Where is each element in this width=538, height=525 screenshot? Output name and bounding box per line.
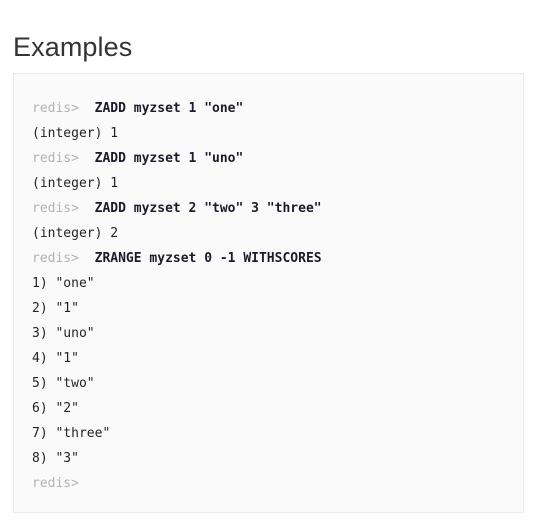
terminal-line: 5) "two" [32,371,505,396]
examples-page: Examples redis> ZADD myzset 1 "one" (inte… [0,0,538,525]
terminal-output: 2) "1" [32,301,79,316]
terminal-output: (integer) 2 [32,226,119,241]
terminal-line: 1) "one" [32,271,505,296]
terminal-prompt: redis> [32,101,79,116]
code-block-scroll-area[interactable]: redis> ZADD myzset 1 "one" (integer) 1 red… [14,74,523,512]
terminal-line: 2) "1" [32,296,505,321]
terminal-output: (integer) 1 [32,126,119,141]
terminal-output: 6) "2" [32,401,79,416]
terminal-line: 3) "uno" [32,321,505,346]
terminal-line: (integer) 1 [32,171,505,196]
terminal-line: redis> ZADD myzset 1 "uno" [32,146,505,171]
terminal-output: 8) "3" [32,451,79,466]
terminal-line: redis> ZRANGE myzset 0 -1 WITHSCORES [32,246,505,271]
terminal-prompt: redis> [32,201,79,216]
terminal-command: ZRANGE myzset 0 -1 WITHSCORES [94,251,322,266]
terminal-output: 4) "1" [32,351,79,366]
terminal-output: (integer) 1 [32,176,119,191]
terminal-command: ZADD myzset 1 "uno" [94,151,244,166]
terminal-transcript: redis> ZADD myzset 1 "one" (integer) 1 red… [32,96,505,496]
terminal-line: redis> ZADD myzset 2 "two" 3 "three" [32,196,505,221]
terminal-line: 6) "2" [32,396,505,421]
terminal-output: 7) "three" [32,426,111,441]
terminal-line: 8) "3" [32,446,505,471]
terminal-command: ZADD myzset 1 "one" [94,101,244,116]
terminal-line: 7) "three" [32,421,505,446]
terminal-output: 3) "uno" [32,326,95,341]
code-block: redis> ZADD myzset 1 "one" (integer) 1 red… [13,73,524,513]
terminal-line: redis> [32,471,505,496]
terminal-line: (integer) 2 [32,221,505,246]
terminal-line: redis> ZADD myzset 1 "one" [32,96,505,121]
terminal-prompt: redis> [32,251,79,266]
terminal-prompt: redis> [32,151,79,166]
page-title: Examples [13,32,133,63]
terminal-line: (integer) 1 [32,121,505,146]
terminal-output: 1) "one" [32,276,95,291]
terminal-prompt: redis> [32,476,79,491]
terminal-line: 4) "1" [32,346,505,371]
terminal-output: 5) "two" [32,376,95,391]
terminal-command: ZADD myzset 2 "two" 3 "three" [94,201,322,216]
